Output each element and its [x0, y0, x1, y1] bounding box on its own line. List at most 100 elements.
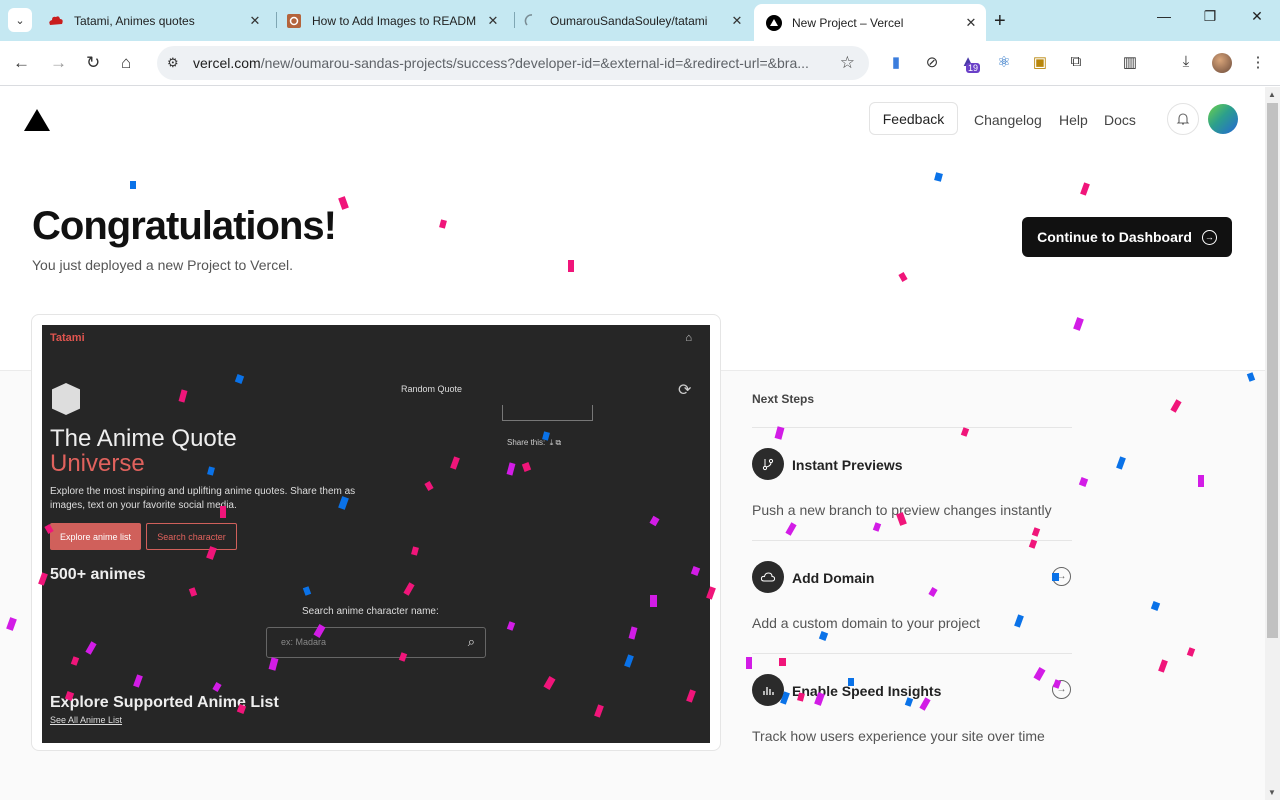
changelog-link[interactable]: Changelog: [974, 112, 1042, 128]
preview-description: Explore the most inspiring and uplifting…: [50, 486, 356, 511]
scroll-up-icon[interactable]: ▲: [1268, 90, 1276, 99]
red-cloud-icon: [48, 13, 64, 29]
divider: [752, 427, 1072, 428]
url-text[interactable]: vercel.com/new/oumarou-sandas-projects/s…: [193, 55, 823, 71]
close-icon[interactable]: ✕: [484, 13, 502, 29]
reading-list-icon[interactable]: ▥: [1120, 53, 1140, 73]
forward-icon[interactable]: →: [50, 53, 67, 73]
extension-clipboard-icon[interactable]: ▮: [886, 53, 906, 73]
tab-title: OumarouSandaSouley/tatami: [550, 13, 708, 28]
tab-vercel[interactable]: New Project – Vercel ✕: [754, 4, 986, 41]
refresh-icon: ⟳: [678, 382, 692, 399]
extension-check-icon[interactable]: ⊘: [922, 53, 942, 73]
tab-title: How to Add Images to READM: [312, 13, 477, 28]
confetti-piece: [1073, 317, 1084, 331]
vercel-triangle-icon: [766, 14, 782, 31]
bookmark-star-icon[interactable]: ☆: [840, 53, 855, 73]
home-icon[interactable]: ⌂: [121, 53, 131, 73]
feedback-button[interactable]: Feedback: [869, 102, 958, 135]
confetti-piece: [220, 506, 226, 518]
preview-heading: The Anime Quote: [50, 425, 237, 452]
confetti-piece: [130, 181, 136, 189]
minimize-button[interactable]: —: [1141, 8, 1187, 24]
close-icon[interactable]: ✕: [728, 13, 746, 29]
github-icon: ⌂: [685, 332, 692, 344]
search-placeholder: ex: Madara: [281, 637, 327, 647]
page-subtitle: You just deployed a new Project to Verce…: [32, 257, 293, 273]
random-quote-label: Random Quote: [401, 384, 463, 394]
menu-dots-icon[interactable]: ⋮: [1248, 53, 1268, 73]
close-window-button[interactable]: ✕: [1234, 8, 1280, 25]
extension-react-icon[interactable]: ⚛: [994, 53, 1014, 73]
confetti-piece: [1080, 182, 1090, 196]
cta-label: Continue to Dashboard: [1037, 229, 1192, 245]
restore-button[interactable]: ❐: [1187, 8, 1233, 25]
bell-icon[interactable]: [1167, 103, 1199, 135]
next-steps-title: Next Steps: [752, 392, 815, 406]
bar-chart-icon: [752, 674, 784, 706]
speed-insights-title[interactable]: Enable Speed Insights: [792, 683, 941, 699]
extension-badge: 19: [966, 63, 981, 73]
confetti-piece: [848, 678, 854, 686]
preview-heading-accent: Universe: [50, 450, 145, 477]
add-domain-desc: Add a custom domain to your project: [752, 615, 981, 631]
loading-icon: [524, 13, 540, 29]
share-label: Share this: ⤓ ⧉: [507, 438, 562, 447]
divider: [752, 653, 1072, 654]
tab-github-repo[interactable]: OumarouSandaSouley/tatami ✕: [512, 6, 752, 35]
tab-readme[interactable]: How to Add Images to READM ✕: [274, 6, 508, 35]
confetti-piece: [439, 219, 447, 229]
confetti-piece: [746, 657, 752, 669]
continue-to-dashboard-button[interactable]: Continue to Dashboard →: [1022, 217, 1232, 257]
confetti-piece: [650, 595, 657, 607]
search-label: Search anime character name:: [302, 606, 439, 617]
vercel-logo[interactable]: [24, 109, 50, 131]
user-avatar[interactable]: [1208, 104, 1238, 134]
see-all-link: See All Anime List: [50, 715, 123, 725]
close-icon[interactable]: ✕: [246, 13, 264, 29]
download-icon[interactable]: ⤓: [1176, 53, 1196, 73]
preview-search-input: ex: Madara ⌕: [266, 627, 486, 658]
close-icon[interactable]: ✕: [962, 15, 980, 31]
arrow-right-icon: →: [1201, 229, 1217, 245]
scroll-down-icon[interactable]: ▼: [1268, 788, 1276, 797]
docs-link[interactable]: Docs: [1104, 112, 1136, 128]
instant-previews-title[interactable]: Instant Previews: [792, 457, 903, 473]
confetti-piece: [338, 196, 349, 210]
add-domain-title[interactable]: Add Domain: [792, 570, 874, 586]
site-info-icon[interactable]: ⚙: [167, 55, 183, 71]
confetti-piece: [898, 272, 908, 282]
search-character-button: Search character: [146, 523, 237, 550]
gear-book-icon: [286, 13, 302, 29]
quote-box: [502, 405, 593, 421]
new-tab-button[interactable]: +: [994, 10, 1006, 33]
address-bar[interactable]: ⚙ vercel.com/new/oumarou-sandas-projects…: [157, 46, 869, 80]
confetti-piece: [568, 260, 574, 272]
confetti-piece: [934, 172, 943, 182]
speed-insights-desc: Track how users experience your site ove…: [752, 728, 1045, 744]
vercel-page: Feedback Changelog Help Docs Congratulat…: [0, 87, 1265, 800]
reload-icon[interactable]: ↻: [86, 53, 100, 73]
emblem-icon: [52, 383, 80, 415]
search-icon: ⌕: [467, 634, 475, 649]
extensions-puzzle-icon[interactable]: ⧉: [1066, 53, 1086, 73]
tab-tatami[interactable]: Tatami, Animes quotes ✕: [36, 6, 270, 35]
tab-title: New Project – Vercel: [792, 15, 904, 30]
tab-search-button[interactable]: ⌄: [8, 8, 32, 32]
help-link[interactable]: Help: [1059, 112, 1088, 128]
explore-anime-button: Explore anime list: [50, 523, 141, 550]
confetti-piece: [1052, 573, 1059, 581]
divider: [752, 540, 1072, 541]
extension-folder-icon[interactable]: ▣: [1030, 53, 1050, 73]
confetti-piece: [1198, 475, 1204, 487]
anime-count: 500+ animes: [50, 566, 146, 583]
scrollbar-thumb[interactable]: [1267, 103, 1278, 638]
deployment-screenshot[interactable]: Tatami ⌂ Random Quote ⟳ Share this: ⤓ ⧉ …: [42, 325, 710, 743]
back-icon[interactable]: ←: [13, 53, 30, 73]
tab-strip: ⌄ Tatami, Animes quotes ✕ How to Add Ima…: [0, 0, 1280, 41]
profile-avatar[interactable]: [1212, 53, 1232, 73]
git-branch-icon: [752, 448, 784, 480]
page-scrollbar[interactable]: ▲ ▼: [1265, 87, 1280, 800]
page-title: Congratulations!: [32, 204, 337, 248]
tab-title: Tatami, Animes quotes: [74, 13, 195, 28]
